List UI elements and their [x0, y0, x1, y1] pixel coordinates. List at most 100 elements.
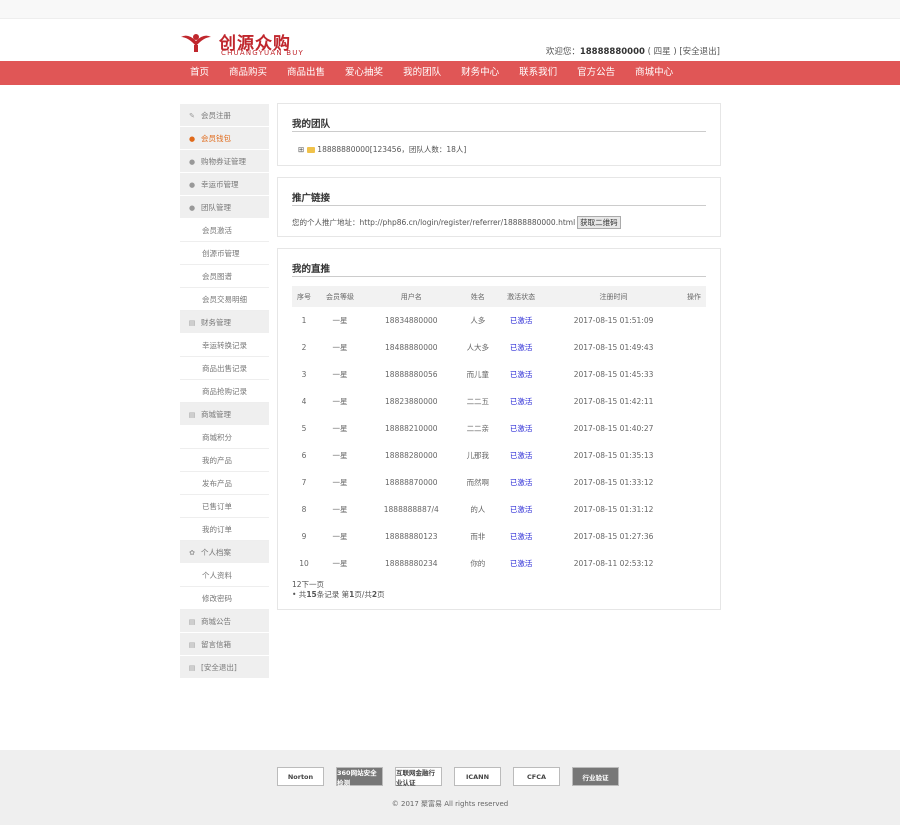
table-cell[interactable] [682, 442, 706, 469]
sidebar: ✎ 会员注册 ● 会员钱包 ● 购物券证管理 ● 幸运币管理 ● 团队管理 会员激活 创源币管理 会员图… [180, 104, 269, 679]
table-cell: 2017-08-15 01:35:13 [573, 451, 654, 460]
welcome-bar: 欢迎您：18888880000 ( 四星 ) [安全退出] [546, 45, 720, 57]
user-icon: ● [188, 158, 196, 166]
sidebar-item-label: 商品抢购记录 [202, 387, 247, 396]
sidebar-item[interactable]: ● 会员钱包 [180, 127, 269, 150]
table-cell[interactable]: 已激活 [497, 442, 545, 469]
column-header: 用户名 [364, 286, 459, 307]
table-cell[interactable]: 已激活 [497, 523, 545, 550]
sidebar-item[interactable]: ▤ [安全退出] [180, 656, 269, 679]
sidebar-item[interactable]: 幸运转换记录 [180, 334, 269, 357]
nav-item[interactable]: 官方公告 [567, 61, 625, 85]
sidebar-item[interactable]: ● 幸运币管理 [180, 173, 269, 196]
sidebar-item[interactable]: ● 团队管理 [180, 196, 269, 219]
pager: 12下一页 • 共15条记录 第1页/共2页 [292, 580, 385, 600]
sidebar-item[interactable]: ✿ 个人档案 [180, 541, 269, 564]
sidebar-item[interactable]: 我的产品 [180, 449, 269, 472]
table-cell[interactable]: 已激活 [497, 415, 545, 442]
sidebar-item-label: 我的产品 [202, 456, 232, 465]
table-cell[interactable] [682, 307, 706, 334]
nav-item[interactable]: 首页 [180, 61, 219, 85]
sidebar-item[interactable]: 商城积分 [180, 426, 269, 449]
table-cell[interactable] [682, 334, 706, 361]
table-cell: 而非 [470, 532, 486, 541]
sidebar-item-label: 创源币管理 [202, 249, 240, 258]
sidebar-item[interactable]: ▤ 留言信箱 [180, 633, 269, 656]
nav-item[interactable]: 商城中心 [625, 61, 683, 85]
sidebar-item[interactable]: ▤ 财务管理 [180, 311, 269, 334]
table-cell[interactable]: 已激活 [497, 550, 545, 577]
table-cell[interactable] [682, 361, 706, 388]
nav-item[interactable]: 财务中心 [451, 61, 509, 85]
column-header: 姓名 [458, 286, 498, 307]
sidebar-item[interactable]: 修改密码 [180, 587, 269, 610]
sidebar-item-label: 个人档案 [201, 548, 231, 557]
team-node[interactable]: 18888880000[123456，团队人数：18人] [317, 145, 466, 154]
direct-title: 我的直推 [292, 264, 331, 275]
table-cell[interactable]: 已激活 [497, 496, 545, 523]
sidebar-item[interactable]: ▤ 商城公告 [180, 610, 269, 633]
table-cell[interactable] [682, 388, 706, 415]
table-cell[interactable] [682, 550, 706, 577]
sidebar-item[interactable]: 创源币管理 [180, 242, 269, 265]
table-cell: 一星 [332, 370, 348, 379]
table-cell[interactable]: 已激活 [497, 361, 545, 388]
get-qrcode-button[interactable]: 获取二维码 [577, 216, 621, 229]
table-row: 7 一星 18888870000 而然啊 已激活 2017-08-15 01:33:12 [292, 469, 706, 496]
table-cell[interactable]: 已激活 [497, 334, 545, 361]
table-cell: 的人 [470, 505, 486, 514]
logout-link[interactable]: [安全退出] [679, 47, 720, 57]
trust-badge[interactable]: 互联网金融行业认证 [395, 767, 442, 787]
user-phone: 18888880000 [579, 47, 645, 57]
nav-item[interactable]: 商品出售 [277, 61, 335, 85]
pager-text: 页 [377, 590, 385, 599]
sidebar-item[interactable]: ✎ 会员注册 [180, 104, 269, 127]
trust-badge[interactable]: CFCA [513, 767, 560, 786]
sidebar-item[interactable]: 商品抢购记录 [180, 380, 269, 403]
table-cell[interactable] [682, 469, 706, 496]
sidebar-item-label: 团队管理 [201, 203, 231, 212]
sidebar-item[interactable]: 会员激活 [180, 219, 269, 242]
table-cell[interactable]: 已激活 [497, 469, 545, 496]
sidebar-item[interactable]: 发布产品 [180, 472, 269, 495]
table-cell: 18888210000 [385, 424, 438, 433]
trust-badge[interactable]: ICANN [454, 767, 501, 786]
sidebar-item-label: 商品出售记录 [202, 364, 247, 373]
sidebar-item[interactable]: 个人资料 [180, 564, 269, 587]
sidebar-item-label: 留言信箱 [201, 640, 231, 649]
table-cell[interactable] [682, 523, 706, 550]
table-cell: 2017-08-15 01:40:27 [573, 424, 654, 433]
table-cell[interactable]: 已激活 [497, 307, 545, 334]
sidebar-item[interactable]: 商品出售记录 [180, 357, 269, 380]
pager-links[interactable]: 12下一页 [292, 580, 385, 590]
table-cell: 而儿童 [466, 370, 490, 379]
sidebar-item[interactable]: 已售订单 [180, 495, 269, 518]
table-cell[interactable] [682, 415, 706, 442]
welcome-prefix: 欢迎您： [545, 47, 580, 57]
table-header: 序号 会员等级 用户名 姓名 激活状态 注册时间 操作 [292, 286, 706, 307]
logo[interactable]: 创源众购 CHUANGYUAN BUY [179, 29, 329, 59]
nav-item[interactable]: 商品购买 [219, 61, 277, 85]
trust-badge[interactable]: 行业验证 [572, 767, 619, 786]
pager-info: • 共15条记录 第1页/共2页 [292, 590, 385, 600]
nav-item[interactable]: 我的团队 [393, 61, 451, 85]
top-strip [0, 0, 900, 19]
expand-icon[interactable]: ⊞ [298, 145, 304, 154]
sidebar-item-label: 发布产品 [202, 479, 232, 488]
sidebar-item[interactable]: 会员交易明细 [180, 288, 269, 311]
table-cell: 一星 [332, 343, 348, 352]
sidebar-item[interactable]: 我的订单 [180, 518, 269, 541]
nav-item[interactable]: 爱心抽奖 [335, 61, 393, 85]
sidebar-item[interactable]: 会员图谱 [180, 265, 269, 288]
sidebar-item[interactable]: ▤ 商城管理 [180, 403, 269, 426]
pager-text: • 共 [292, 590, 307, 599]
sidebar-item[interactable]: ● 购物券证管理 [180, 150, 269, 173]
promo-url[interactable]: http://php86.cn/login/register/referrer/… [360, 218, 576, 227]
trust-badge[interactable]: Norton [277, 767, 324, 786]
trust-badge[interactable]: 360网站安全检测 [336, 767, 383, 787]
sidebar-item-label: 会员激活 [202, 226, 232, 235]
header: 创源众购 CHUANGYUAN BUY 欢迎您：18888880000 ( 四星… [0, 19, 900, 61]
table-cell[interactable]: 已激活 [497, 388, 545, 415]
table-cell[interactable] [682, 496, 706, 523]
nav-item[interactable]: 联系我们 [509, 61, 567, 85]
